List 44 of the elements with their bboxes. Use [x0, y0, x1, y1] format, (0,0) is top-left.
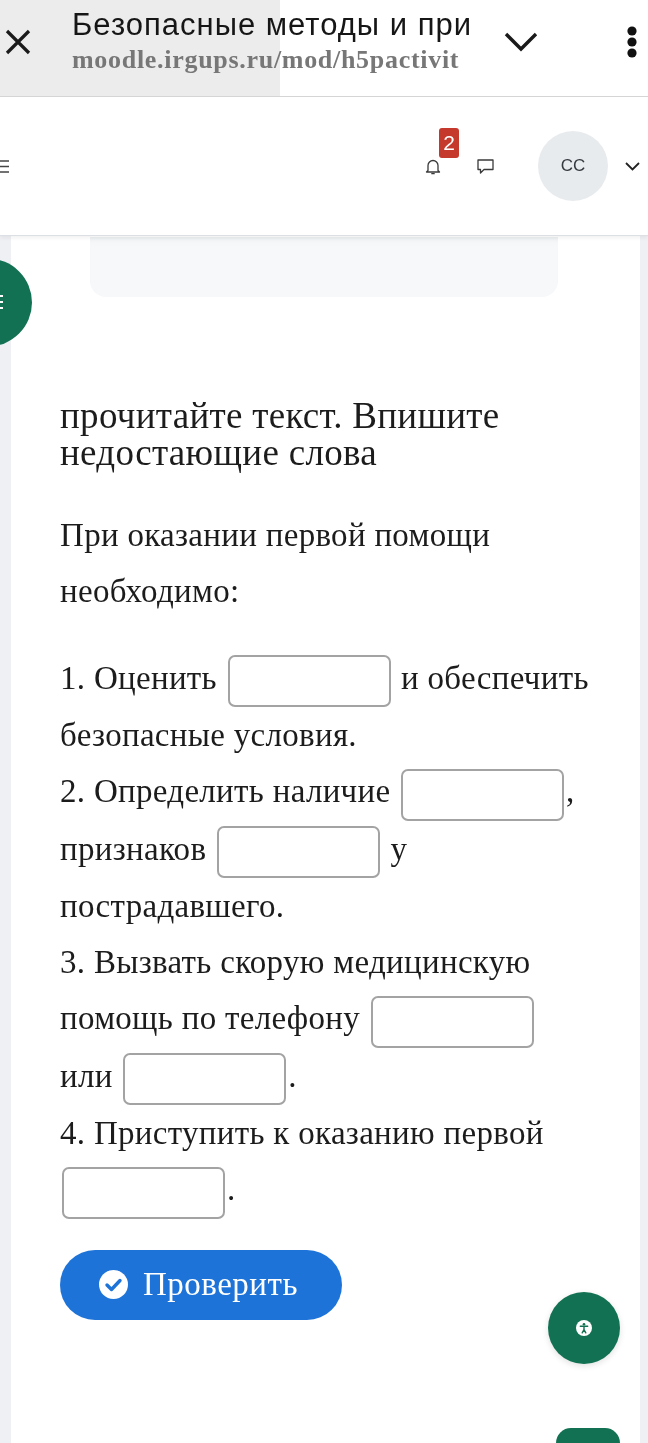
floating-button[interactable]	[556, 1428, 620, 1443]
answer-field[interactable]	[401, 768, 564, 821]
sentence-text: или	[60, 1057, 113, 1094]
sentence-text: у	[390, 830, 408, 867]
sentence-text: безопасные условия.	[60, 717, 357, 754]
check-circle-icon	[99, 1270, 128, 1300]
chat-icon	[477, 158, 494, 174]
bell-icon	[425, 157, 441, 175]
close-icon	[5, 28, 31, 55]
page-url: moodle.irgups.ru/mod/h5pactivit	[72, 45, 460, 75]
sentence-text: 1. Оценить	[60, 660, 217, 696]
sentence-text: ,	[566, 773, 575, 810]
notifications-button[interactable]	[425, 157, 441, 175]
sentence-text: и обеспечить	[401, 660, 589, 696]
more-button[interactable]	[626, 25, 638, 58]
task-intro: При оказании первой помощи необходимо:	[60, 516, 492, 611]
expand-button[interactable]	[504, 31, 538, 52]
notification-badge: 2	[439, 127, 459, 158]
sentence-text: помощь по телефону	[60, 1000, 361, 1037]
check-button[interactable]: Проверить	[60, 1249, 342, 1320]
answer-field[interactable]	[123, 1053, 287, 1106]
more-vertical-icon	[626, 25, 638, 58]
avatar-button[interactable]: CC	[538, 131, 608, 201]
close-button[interactable]	[5, 28, 31, 55]
sentence-text: .	[288, 1057, 297, 1094]
answer-field[interactable]	[227, 655, 391, 708]
answer-field[interactable]	[370, 995, 534, 1048]
answer-field[interactable]	[62, 1166, 225, 1219]
sentence-text: .	[227, 1171, 236, 1208]
chevron-down-icon	[504, 31, 538, 52]
sentence-text: пострадавшего.	[60, 888, 285, 925]
messages-button[interactable]	[477, 158, 494, 174]
list-icon	[0, 295, 3, 309]
sentence-text: признаков	[60, 830, 207, 867]
task-title: прочитайте текст. Впишите недостающие слова	[60, 397, 501, 471]
accessibility-icon	[576, 1320, 592, 1336]
sentence-text: 3. Вызвать скорую медицинскую	[60, 944, 531, 981]
menu-icon[interactable]	[0, 159, 9, 173]
page-title: Безопасные методы и при	[72, 8, 472, 42]
caret-icon[interactable]	[625, 161, 640, 171]
answer-field[interactable]	[216, 826, 380, 879]
sentence-text: 2. Определить наличие	[60, 773, 391, 810]
drawer-button[interactable]	[0, 258, 32, 347]
sentence-text: 4. Приступить к оказанию первой	[60, 1115, 544, 1152]
